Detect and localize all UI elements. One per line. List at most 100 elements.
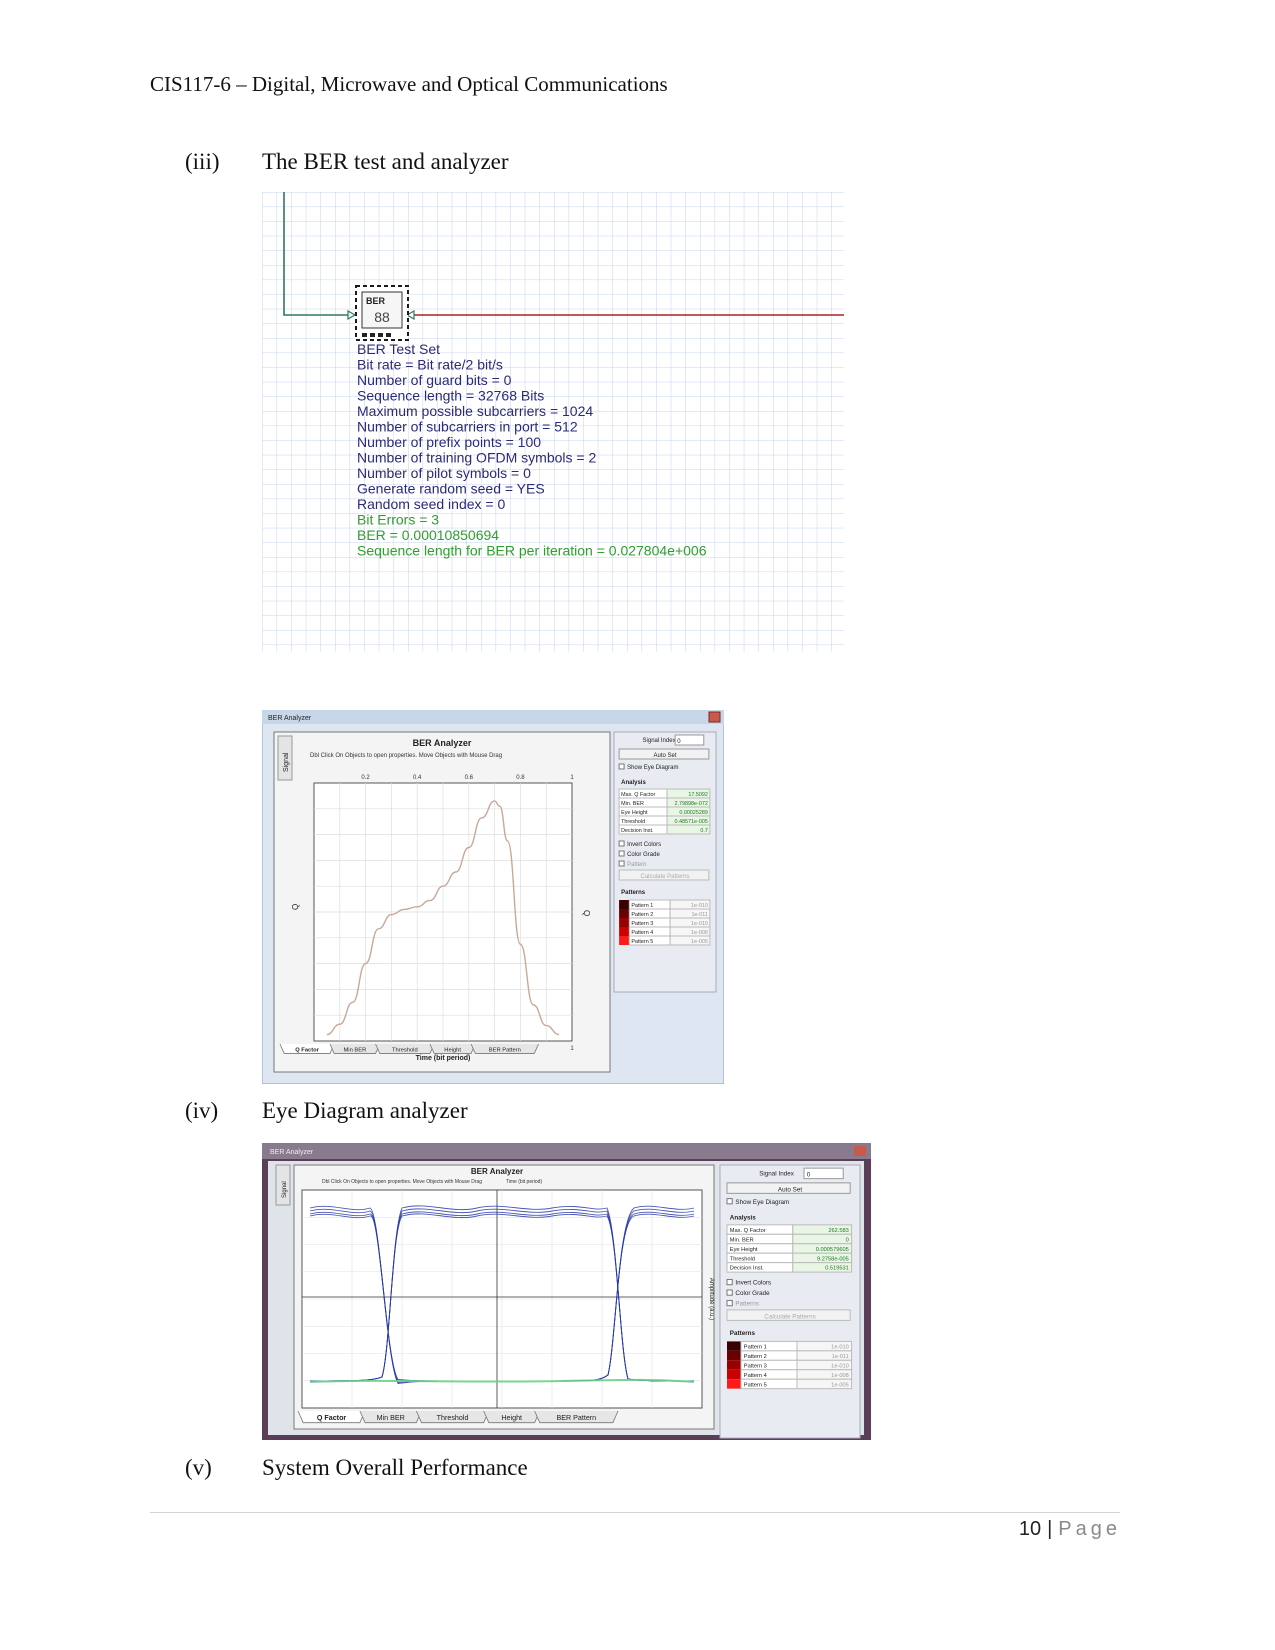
- analysis-label: Analysis: [621, 780, 646, 786]
- x-axis-top-label: Time (bit period): [506, 1179, 543, 1185]
- analyzer-tab-label: Min BER: [377, 1414, 405, 1422]
- option-label: Pattern: [627, 862, 646, 868]
- ber-analyzer-q-window: BER Analyzer Signal BER Analyzer Dbl Cli…: [262, 710, 724, 1084]
- pattern-value: 1e-011: [691, 912, 707, 918]
- pattern-value: 1e-008: [831, 1373, 849, 1379]
- pattern-key: Pattern 5: [744, 1382, 767, 1388]
- analyzer-control-panel: Signal Index 0Auto SetShow Eye DiagramAna…: [719, 1164, 861, 1439]
- analysis-key: Eye Height: [621, 810, 648, 816]
- pattern-key: Pattern 2: [744, 1354, 767, 1360]
- analyzer-tab-label: Threshold: [437, 1414, 469, 1422]
- pattern-swatch: [619, 900, 630, 909]
- analyzer-tab-label: Min BER: [343, 1047, 366, 1053]
- analyzer-tabs: Q Factor Min BER Threshold Height BER Patter…: [297, 1410, 619, 1424]
- option-label: Color Grade: [627, 852, 660, 858]
- analysis-value: 262.583: [828, 1228, 848, 1234]
- show-eye-label: Show Eye Diagram: [627, 765, 678, 771]
- pattern-key: Pattern 5: [631, 939, 653, 945]
- pattern-key: Pattern 3: [631, 921, 653, 927]
- show-eye-checkbox[interactable]: [618, 763, 625, 770]
- side-tab-label: Signal: [283, 752, 290, 772]
- param-line: Random seed index = 0: [357, 496, 505, 512]
- patterns-label: Patterns: [730, 1330, 756, 1337]
- analysis-key: Decision Inst.: [621, 828, 653, 834]
- eye-diagram-window: BER Analyzer Signal BER Analyzer Dbl Cli…: [262, 1143, 871, 1440]
- section-title: The BER test and analyzer: [262, 149, 509, 174]
- param-line: BER Test Set: [357, 341, 440, 357]
- pattern-key: Pattern 2: [631, 912, 653, 918]
- analysis-key: Decision Inst.: [730, 1266, 764, 1272]
- analysis-value: 0.000579605: [816, 1247, 849, 1253]
- pattern-key: Pattern 1: [631, 903, 653, 909]
- analyzer-tabs: Q Factor Min BER Threshold Height BER Patter…: [279, 1043, 539, 1054]
- analysis-key: Max. Q Factor: [621, 792, 655, 798]
- signal-index-label: Signal Index: [759, 1171, 795, 1178]
- x-axis-label: Time (bit period): [416, 1055, 471, 1062]
- analysis-value: 17.5092: [688, 792, 708, 798]
- param-line: Number of pilot symbols = 0: [357, 465, 531, 481]
- param-line: Generate random seed = YES: [357, 481, 545, 497]
- pattern-value: 1e-008: [691, 930, 708, 936]
- x-tick-label-top: 0.6: [465, 775, 474, 781]
- footer-page-word: Page: [1058, 1518, 1121, 1540]
- analyzer-tab-label: Threshold: [392, 1047, 418, 1053]
- result-line: BER = 0.00010850694: [357, 527, 499, 543]
- pattern-key: Pattern 3: [744, 1363, 767, 1369]
- param-line: Sequence length = 32768 Bits: [357, 388, 544, 404]
- section-title: System Overall Performance: [262, 1455, 528, 1480]
- pattern-key: Pattern 4: [744, 1373, 767, 1379]
- pattern-value: 1e-010: [831, 1363, 849, 1369]
- pattern-value: 1e-011: [832, 1354, 849, 1360]
- analysis-value-cell: [792, 1233, 853, 1245]
- option-checkbox[interactable]: [726, 1299, 733, 1307]
- ber-component-icon[interactable]: BER 88: [355, 285, 409, 341]
- analyzer-tab-label: Height: [444, 1047, 461, 1053]
- analysis-value: 9.2758e-005: [817, 1256, 849, 1262]
- page-footer: 10 | Page: [1019, 1518, 1121, 1541]
- option-label: Invert Colors: [735, 1280, 771, 1287]
- analysis-value: 2.79898e-072: [675, 801, 708, 807]
- analysis-value: 0.48571e-005: [675, 819, 708, 825]
- pattern-swatch: [619, 918, 630, 927]
- pattern-swatch: [727, 1360, 741, 1370]
- auto-set-label: Auto Set: [653, 753, 676, 759]
- show-eye-label: Show Eye Diagram: [735, 1199, 789, 1206]
- analysis-key: Min. BER: [621, 801, 644, 807]
- option-checkbox[interactable]: [618, 850, 625, 857]
- pattern-swatch: [619, 909, 630, 918]
- option-checkbox[interactable]: [618, 860, 625, 867]
- y-axis-label-right: Q: [582, 910, 591, 916]
- pattern-value: 1e-010: [691, 921, 708, 927]
- pattern-swatch: [619, 927, 630, 936]
- analyzer-tab-label: Q Factor: [295, 1047, 319, 1053]
- param-line: Number of prefix points = 100: [357, 434, 541, 450]
- footer-rule: [150, 1512, 1120, 1513]
- pattern-swatch: [727, 1341, 741, 1351]
- chart-subtitle: Dbl Click On Objects to open properties.…: [322, 1179, 482, 1185]
- pattern-swatch: [727, 1350, 741, 1361]
- footer-separator: |: [1047, 1518, 1053, 1540]
- calculate-patterns-label: Calculate Patterns: [764, 1313, 815, 1320]
- option-checkbox[interactable]: [726, 1278, 733, 1286]
- analyzer-tab-label: Q Factor: [317, 1414, 347, 1422]
- close-icon[interactable]: [708, 711, 721, 723]
- pattern-swatch: [727, 1369, 741, 1380]
- y-axis-label: Q: [291, 904, 300, 910]
- option-label: Invert Colors: [627, 842, 661, 848]
- x-tick-label-top: 0.2: [361, 775, 370, 781]
- close-icon[interactable]: [854, 1146, 866, 1156]
- analyzer-control-panel: Signal Index 0Auto SetShow Eye DiagramAna…: [613, 731, 717, 993]
- pattern-key: Pattern 4: [631, 930, 653, 936]
- auto-set-label: Auto Set: [778, 1186, 802, 1193]
- show-eye-checkbox[interactable]: [726, 1198, 733, 1205]
- option-checkbox[interactable]: [618, 840, 625, 847]
- running-header: CIS117-6 – Digital, Microwave and Optica…: [150, 72, 668, 96]
- option-label: Patterns: [735, 1301, 758, 1308]
- result-line: Sequence length for BER per iteration = …: [357, 543, 707, 559]
- signal-index-value: 0: [807, 1172, 811, 1179]
- result-line: Bit Errors = 3: [357, 512, 439, 528]
- option-checkbox[interactable]: [726, 1289, 733, 1296]
- param-line: Bit rate = Bit rate/2 bit/s: [357, 357, 503, 373]
- analysis-value: 0.519531: [825, 1266, 849, 1272]
- y-axis-label: Amplitude (a.u.): [708, 1278, 714, 1320]
